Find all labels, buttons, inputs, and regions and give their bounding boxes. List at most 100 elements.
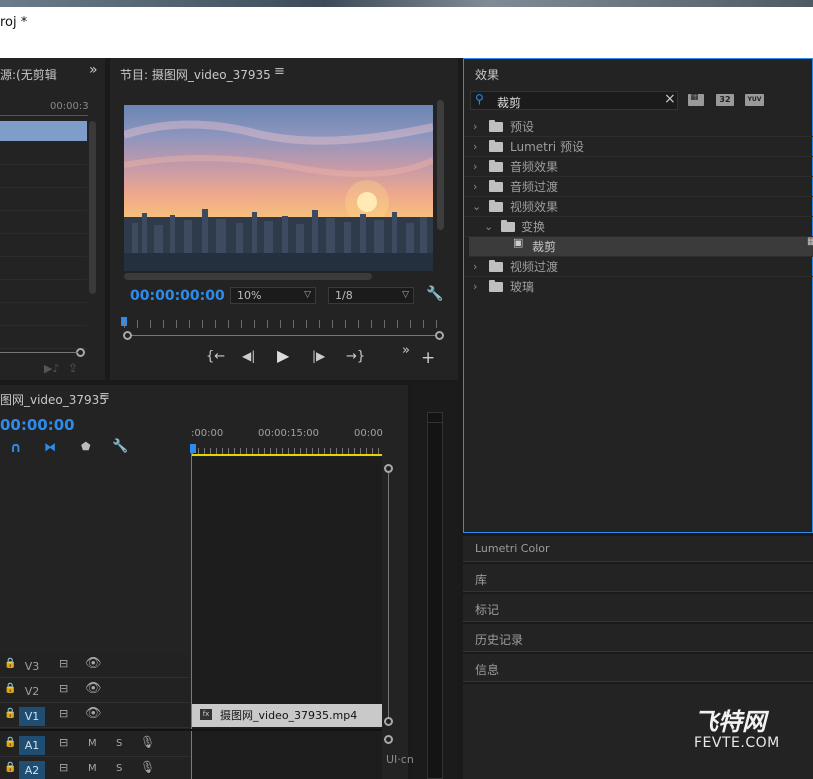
chevron-down-icon: ▽	[304, 290, 311, 300]
step-back-icon[interactable]: ◀|	[242, 350, 255, 362]
lock-icon[interactable]: 🔒	[4, 684, 16, 694]
tree-item-video-effects[interactable]: ⌄ 视频效果	[464, 197, 813, 217]
program-panel: 节目: 摄图网_video_37935 ≡ 00:00:00:00 10% ▽ …	[110, 58, 458, 380]
solo-button[interactable]: S	[116, 738, 122, 749]
tree-item-lumetri-presets[interactable]: › Lumetri 预设	[464, 137, 813, 157]
chevron-right-icon[interactable]: ›	[473, 117, 477, 137]
wrench-icon[interactable]: 🔧	[426, 287, 443, 301]
panel-tab-libraries[interactable]: 库	[463, 564, 813, 592]
microphone-icon[interactable]: 🎙	[140, 736, 155, 748]
clear-search-icon[interactable]: ×	[664, 92, 676, 106]
accelerated-effects-filter[interactable]: ▦	[688, 93, 704, 106]
zoom-bar-left-handle[interactable]	[123, 331, 132, 340]
eye-icon[interactable]: 👁	[85, 682, 102, 695]
track-label-v1[interactable]: V1	[19, 707, 45, 726]
source-panel-title[interactable]: 源:(无剪辑	[0, 66, 57, 83]
timeline-playhead-head[interactable]	[190, 444, 196, 453]
lock-icon[interactable]: 🔒	[4, 659, 16, 669]
chevron-right-icon[interactable]: ›	[473, 157, 477, 177]
panel-menu-icon[interactable]: ≡	[274, 65, 285, 78]
tree-item-presets[interactable]: › 预设	[464, 117, 813, 137]
timeline-timecode[interactable]: 00:00:00	[0, 416, 75, 434]
tree-item-audio-transitions[interactable]: › 音频过渡	[464, 177, 813, 197]
source-ruler-timecode: 00:00:3	[50, 101, 89, 112]
add-marker-icon[interactable]: ⬟	[81, 441, 91, 452]
timeline-scroll-bottom-handle[interactable]	[384, 717, 393, 726]
track-header-a1: 🔒 A1 ⊟ M S 🎙	[0, 732, 190, 757]
32bit-filter[interactable]: 32	[716, 94, 734, 106]
effects-search-box[interactable]: ⚲ 裁剪 ×	[470, 91, 678, 110]
chevron-right-icon[interactable]: ›	[473, 137, 477, 157]
track-label-v2[interactable]: V2	[19, 682, 45, 701]
resolution-select[interactable]: 1/8 ▽	[328, 287, 414, 304]
chevron-right-icon[interactable]: ›	[473, 177, 477, 197]
search-icon: ⚲	[475, 92, 484, 106]
go-to-in-icon[interactable]: {←	[206, 350, 225, 363]
panel-tab-lumetri-color[interactable]: Lumetri Color	[463, 536, 813, 562]
program-mini-ruler[interactable]	[124, 320, 442, 328]
track-label-a2[interactable]: A2	[19, 761, 45, 779]
eye-icon[interactable]: 👁	[85, 657, 102, 670]
timeline-audio-scroll-handle[interactable]	[384, 735, 393, 744]
go-to-out-icon[interactable]: →}	[346, 350, 365, 363]
sync-lock-icon[interactable]: ⊟	[59, 683, 68, 694]
add-button-icon[interactable]: +	[421, 350, 435, 367]
sync-lock-icon[interactable]: ⊟	[59, 737, 68, 748]
lock-icon[interactable]: 🔒	[4, 763, 16, 773]
mute-button[interactable]: M	[88, 738, 97, 749]
timeline-panel-title[interactable]: 图网_video_37935	[0, 391, 107, 408]
yuv-filter[interactable]: YUV	[745, 94, 764, 106]
lock-icon[interactable]: 🔒	[4, 709, 16, 719]
timeline-vertical-scrollbar[interactable]	[388, 469, 389, 721]
chevron-right-icon[interactable]: ›	[473, 277, 477, 297]
panel-tab-history[interactable]: 历史记录	[463, 624, 813, 652]
track-label-a1[interactable]: A1	[19, 736, 45, 755]
eye-icon[interactable]: 👁	[85, 707, 102, 720]
microphone-icon[interactable]: 🎙	[140, 761, 155, 773]
chevron-down-icon[interactable]: ⌄	[472, 197, 481, 217]
solo-button[interactable]: S	[116, 763, 122, 774]
program-panel-title[interactable]: 节目: 摄图网_video_37935	[120, 66, 271, 83]
timeline-scroll-top-handle[interactable]	[384, 464, 393, 473]
effects-panel-title[interactable]: 效果	[475, 66, 499, 83]
title-bar: roj *	[0, 7, 813, 58]
panel-tab-info[interactable]: 信息	[463, 654, 813, 682]
chevron-down-icon[interactable]: ⌄	[484, 217, 493, 237]
step-forward-icon[interactable]: |▶	[312, 350, 325, 362]
panel-tab-label: 历史记录	[475, 633, 524, 647]
tree-item-glass[interactable]: › 玻璃	[464, 277, 813, 297]
tree-item-label: 预设	[510, 120, 535, 134]
snap-magnet-icon[interactable]: ∩	[10, 441, 21, 455]
effects-search-input[interactable]: 裁剪	[497, 94, 521, 111]
sync-lock-icon[interactable]: ⊟	[59, 708, 68, 719]
chevron-right-icon[interactable]: ›	[473, 257, 477, 277]
panel-tab-markers[interactable]: 标记	[463, 594, 813, 622]
timeline-clip[interactable]: fx 摄图网_video_37935.mp4	[192, 704, 382, 727]
export-frame-icon[interactable]: ⇪	[68, 362, 78, 374]
zoom-select[interactable]: 10% ▽	[230, 287, 316, 304]
program-horizontal-scrollbar[interactable]	[124, 273, 372, 280]
timeline-wrench-icon[interactable]: 🔧	[112, 440, 128, 453]
panel-menu-icon[interactable]: ≡	[99, 390, 110, 403]
zoom-bar-right-handle[interactable]	[435, 331, 444, 340]
tree-item-crop[interactable]: ▣ 裁剪 ▦	[469, 237, 813, 257]
sync-lock-icon[interactable]: ⊟	[59, 762, 68, 773]
tree-item-audio-effects[interactable]: › 音频效果	[464, 157, 813, 177]
source-vertical-scrollbar[interactable]	[89, 121, 96, 294]
program-zoom-bar[interactable]	[128, 335, 440, 336]
panel-tab-label: 库	[475, 573, 488, 587]
lock-icon[interactable]: 🔒	[4, 738, 16, 748]
expand-controls-icon[interactable]: »	[402, 344, 410, 357]
playhead-timecode[interactable]: 00:00:00:00	[130, 288, 225, 304]
tree-item-video-transitions[interactable]: › 视频过渡	[464, 257, 813, 277]
expand-panels-icon[interactable]: »	[89, 63, 98, 77]
work-area-bar[interactable]	[192, 454, 382, 456]
track-label-v3[interactable]: V3	[19, 657, 45, 676]
sync-lock-icon[interactable]: ⊟	[59, 658, 68, 669]
mute-button[interactable]: M	[88, 763, 97, 774]
tree-item-transform[interactable]: ⌄ 变换	[464, 217, 813, 237]
linked-selection-icon[interactable]: ⧓	[44, 441, 56, 453]
program-vertical-scrollbar[interactable]	[437, 100, 444, 230]
audio-output-icon[interactable]: ▶♪	[44, 363, 59, 374]
play-icon[interactable]: ▶	[277, 348, 289, 364]
